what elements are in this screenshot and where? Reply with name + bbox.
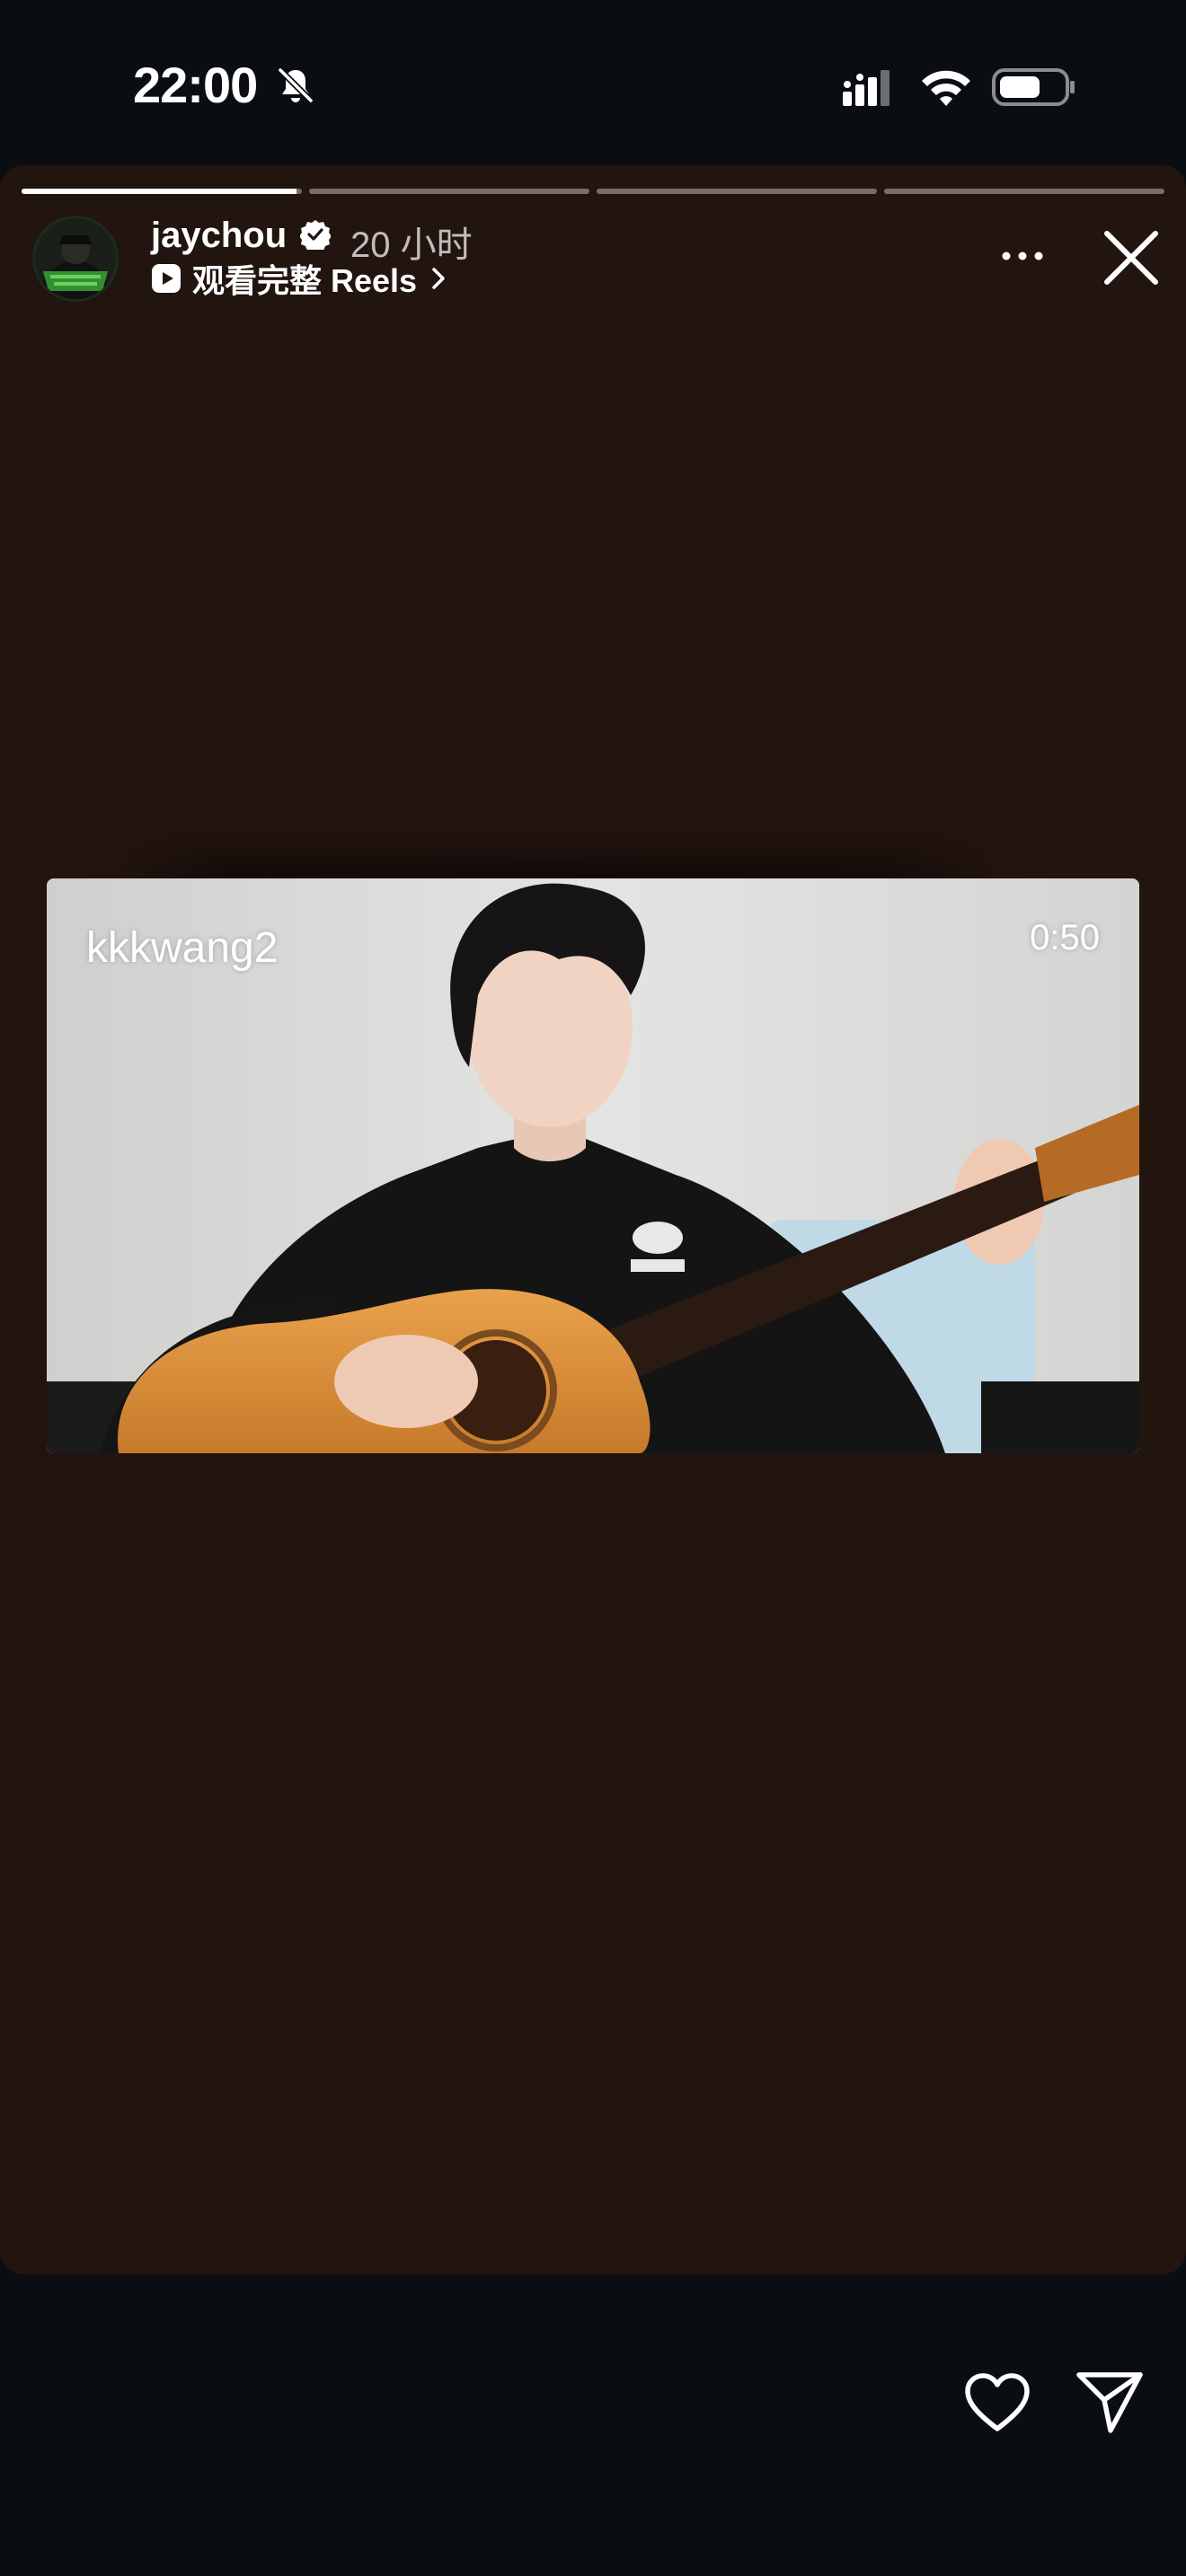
avatar-ring <box>32 216 119 302</box>
bell-muted-icon <box>278 67 314 103</box>
story-progress-bar <box>22 189 1164 194</box>
username[interactable]: jaychou <box>151 216 287 256</box>
progress-segment-fill <box>22 189 296 194</box>
video-duration: 0:50 <box>1030 918 1100 957</box>
video-author: kkkwang2 <box>86 924 279 972</box>
reel-video-preview[interactable]: kkkwang2 0:50 <box>47 878 1139 1453</box>
wifi-icon <box>922 70 970 106</box>
battery-icon <box>992 68 1075 106</box>
chevron-right-icon <box>432 268 445 289</box>
progress-segment-3 <box>597 189 877 194</box>
progress-segment-4 <box>884 189 1164 194</box>
more-options-icon[interactable] <box>999 248 1046 264</box>
avatar[interactable] <box>32 216 119 302</box>
heart-icon[interactable] <box>963 2371 1031 2434</box>
watch-full-reels-label: 观看完整 Reels <box>192 262 418 299</box>
reels-play-icon <box>152 264 181 293</box>
status-time: 22:00 <box>133 57 258 113</box>
progress-segment-1 <box>22 189 302 194</box>
verified-badge-icon <box>300 220 331 250</box>
status-bar: 22:00 <box>0 0 1186 162</box>
cellular-signal-icon <box>843 70 890 106</box>
send-icon[interactable] <box>1075 2368 1145 2436</box>
close-icon[interactable] <box>1102 228 1161 287</box>
watch-full-reels-link[interactable]: 观看完整 Reels <box>151 259 447 299</box>
progress-segment-2 <box>309 189 589 194</box>
